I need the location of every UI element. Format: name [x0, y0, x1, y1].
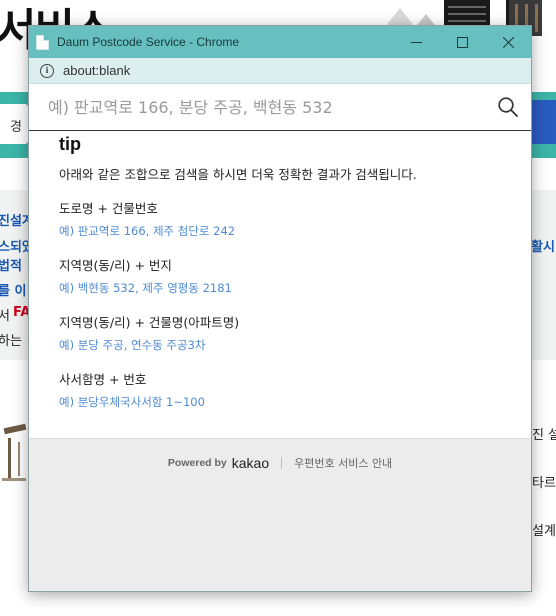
address-search-input[interactable]: [48, 92, 488, 122]
maximize-button[interactable]: [439, 26, 485, 58]
tip-item-label: 도로명 + 건물번호: [59, 201, 158, 216]
minimize-icon: [410, 41, 422, 43]
address-bar[interactable]: i about:blank: [29, 58, 531, 84]
close-icon: [502, 36, 514, 48]
tip-item-label: 지역명(동/리) + 번지: [59, 258, 172, 273]
background-text-line: 법적: [0, 259, 22, 274]
tip-item: 도로명 + 건물번호 예) 판교역로 166, 제주 첨단로 242: [59, 198, 519, 239]
background-text-right: 활시: [531, 240, 555, 255]
search-icon[interactable]: [497, 96, 519, 118]
tip-item-example: 예) 판교역로 166, 제주 첨단로 242: [59, 224, 236, 238]
background-text-line: 를 이: [0, 284, 27, 299]
window-controls: [393, 26, 531, 58]
window-titlebar[interactable]: Daum Postcode Service - Chrome: [29, 26, 531, 58]
service-notice-link[interactable]: 우편번호 서비스 안내: [294, 455, 392, 471]
background-search-button[interactable]: [528, 100, 556, 144]
tip-description: 아래와 같은 조합으로 검색을 하시면 더욱 정확한 결과가 검색됩니다.: [59, 167, 417, 182]
minimize-button[interactable]: [393, 26, 439, 58]
background-text-line: 하는: [0, 334, 22, 349]
tip-item: 지역명(동/리) + 건물명(아파트명) 예) 분당 주공, 연수동 주공3차: [59, 312, 519, 353]
document-icon: [36, 34, 49, 50]
background-text-line: 서: [0, 309, 10, 324]
powered-by-text: Powered by: [167, 457, 227, 469]
info-icon[interactable]: i: [40, 63, 54, 78]
tip-item-example: 예) 분당 주공, 연수동 주공3차: [59, 338, 206, 352]
popup-footer: Powered by kakao 우편번호 서비스 안내: [29, 438, 531, 591]
kakao-logo[interactable]: kakao: [232, 455, 269, 471]
postcode-popup-window: Daum Postcode Service - Chrome i about:b…: [28, 25, 532, 592]
background-search-input[interactable]: 경: [0, 104, 28, 144]
tip-heading: tip: [59, 134, 81, 154]
footer-divider: [281, 457, 283, 469]
tip-item-example: 예) 분당우체국사서함 1~100: [59, 395, 205, 409]
search-row: [29, 84, 531, 131]
tip-item: 사서함명 + 번호 예) 분당우체국사서함 1~100: [59, 369, 519, 410]
close-button[interactable]: [485, 26, 531, 58]
tip-item-label: 지역명(동/리) + 건물명(아파트명): [59, 315, 240, 330]
maximize-icon: [456, 36, 468, 48]
tip-item: 지역명(동/리) + 번지 예) 백현동 532, 제주 영평동 2181: [59, 255, 519, 296]
postcode-content: tip 아래와 같은 조합으로 검색을 하시면 더욱 정확한 결과가 검색됩니다…: [29, 84, 531, 591]
background-text-right: 설계: [532, 524, 556, 539]
address-text[interactable]: about:blank: [63, 63, 130, 78]
window-title: Daum Postcode Service - Chrome: [57, 35, 240, 49]
background-text-right: 타르(: [532, 476, 556, 491]
tip-item-example: 예) 백현동 532, 제주 영평동 2181: [59, 281, 232, 295]
background-sketch-illustration: [0, 418, 28, 538]
tip-item-label: 사서함명 + 번호: [59, 372, 147, 387]
footer-row: Powered by kakao 우편번호 서비스 안내: [29, 455, 531, 471]
background-text-right: 진 설: [532, 428, 556, 443]
search-tip-section: tip 아래와 같은 조합으로 검색을 하시면 더욱 정확한 결과가 검색됩니다…: [59, 134, 519, 410]
